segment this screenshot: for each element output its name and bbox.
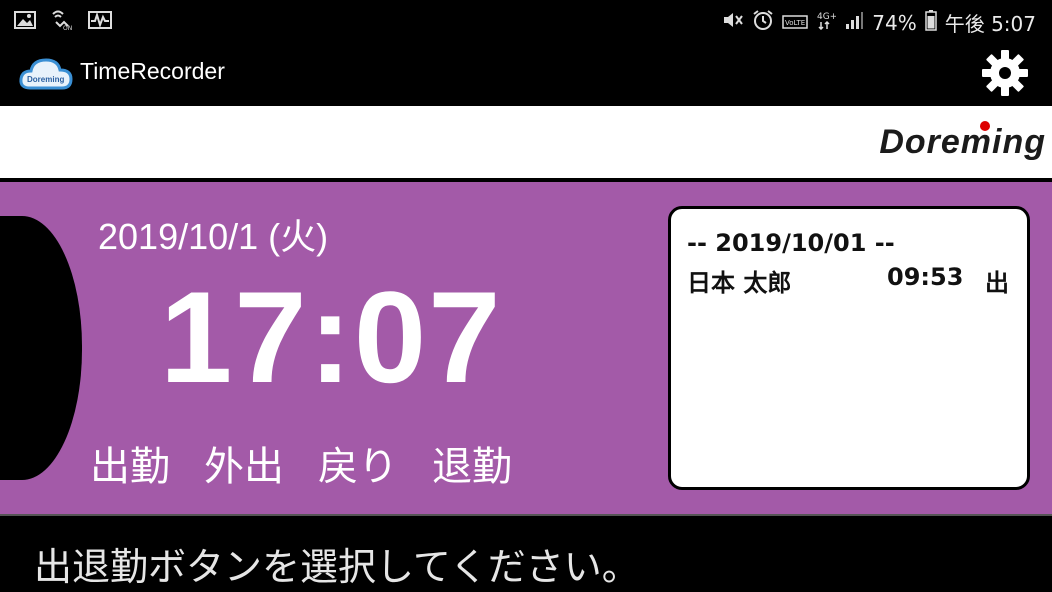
log-entry-time: 09:53 [887,263,964,291]
log-entry: 日本 太郎 09:53 出 [687,263,1011,298]
4g-icon: 4G+ [816,10,838,35]
log-entry-type: 出 [985,269,1009,297]
current-clock: 17:07 [160,264,503,410]
alarm-icon [752,9,774,36]
instruction-message: 出退勤ボタンを選択してください。 [34,545,640,589]
wifi-calling-icon: ON [50,9,74,35]
log-date-header: -- 2019/10/01 -- [687,229,895,257]
settings-gear-icon[interactable] [980,48,1030,98]
status-bar: ON VoLTE 4G+ 74% 午後 5:07 [0,0,1052,42]
current-date: 2019/10/1 (火) [98,216,329,257]
brand-logo-dot [980,121,990,131]
svg-text:VoLTE: VoLTE [785,19,805,27]
drawer-tab[interactable] [0,216,82,480]
svg-text:ON: ON [63,25,72,31]
clock-in-button[interactable]: 出勤 [90,434,170,492]
status-time: 午後 5:07 [944,12,1036,36]
volte-icon: VoLTE [782,11,809,35]
svg-text:Doreming: Doreming [27,75,64,84]
battery-percent: 74% [872,10,917,35]
go-out-button[interactable]: 外出 [204,434,284,492]
footer-bar: 出退勤ボタンを選択してください。 [0,516,1052,592]
app-bar: Doreming TimeRecorder [0,42,1052,102]
app-title: TimeRecorder [80,58,225,84]
attendance-log-panel: -- 2019/10/01 -- 日本 太郎 09:53 出 [668,206,1030,490]
time-recorder-panel: 2019/10/1 (火) 17:07 出勤 外出 戻り 退勤 -- 2019/… [0,182,1052,514]
image-icon [14,10,36,34]
clock-out-button[interactable]: 退勤 [432,434,512,492]
log-entry-name: 日本 太郎 [687,269,792,297]
signal-icon [844,10,864,35]
brand-bar: Doreming [0,106,1052,178]
return-button[interactable]: 戻り [318,434,398,492]
brand-logo: Doreming [879,123,1046,161]
punch-button-group: 出勤 外出 戻り 退勤 [90,434,512,492]
cloud-logo-icon: Doreming [18,54,74,92]
battery-icon [924,9,937,36]
svg-text:4G+: 4G+ [817,12,836,22]
mute-icon [722,10,744,35]
activity-icon [88,10,112,34]
